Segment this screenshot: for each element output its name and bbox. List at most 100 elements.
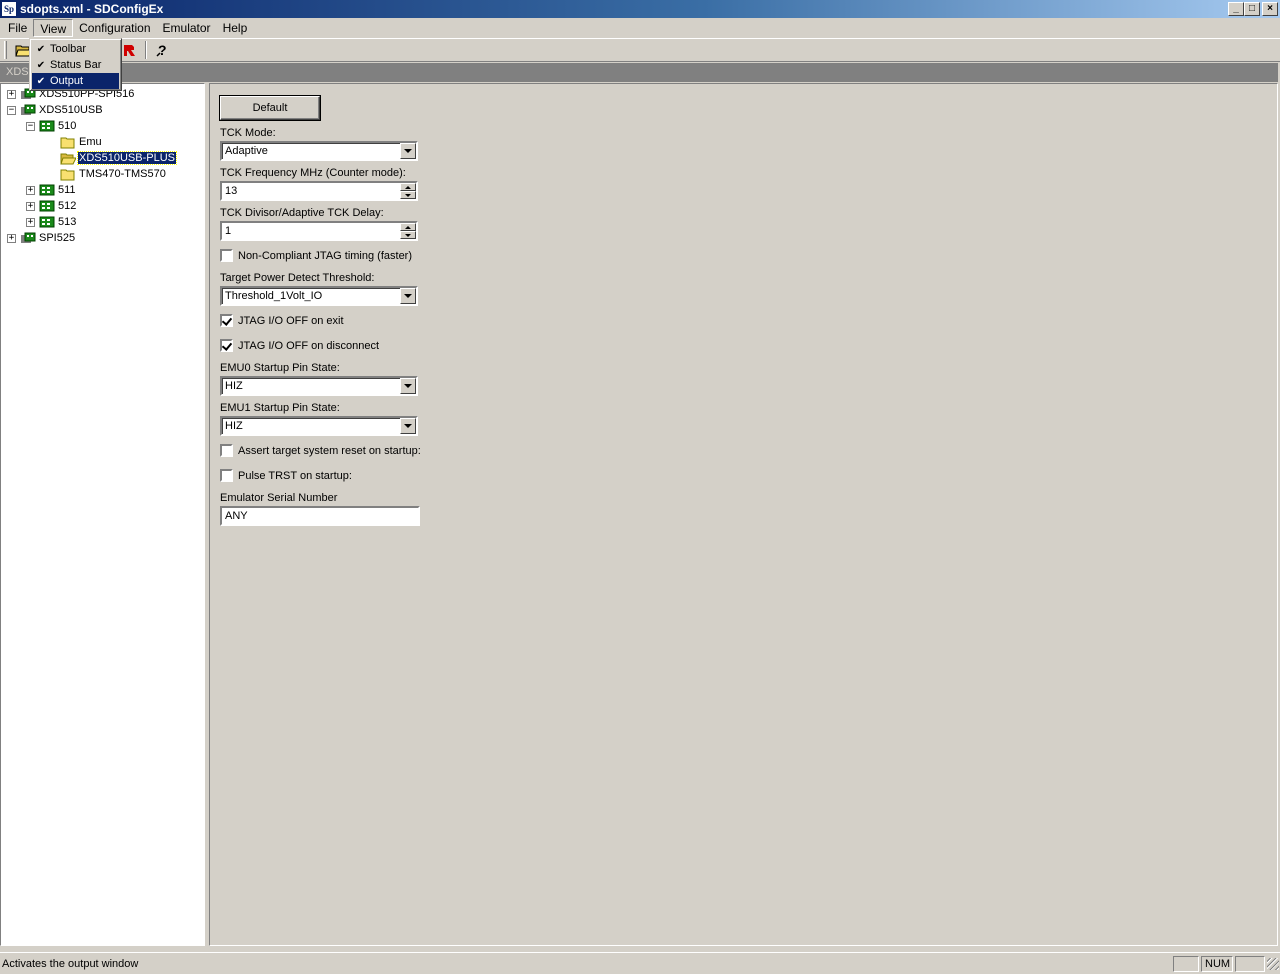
tree-expander[interactable]: +: [7, 89, 16, 99]
power-threshold-dropdown-button[interactable]: [400, 288, 416, 304]
minimize-button[interactable]: _: [1228, 2, 1244, 16]
status-panel-num: NUM: [1201, 955, 1233, 972]
emu1-value: HIZ: [225, 420, 243, 432]
view-menu-item-toolbar[interactable]: ✔ Toolbar: [32, 41, 119, 57]
toolbar-separator: [145, 41, 147, 59]
checkbox-label: Assert target system reset on startup:: [238, 444, 421, 457]
power-threshold-select[interactable]: Threshold_1Volt_IO: [220, 286, 418, 306]
jtag-off-exit-checkbox[interactable]: JTAG I/O OFF on exit: [220, 314, 344, 327]
toolbar: ?: [0, 38, 1280, 62]
tree-expander[interactable]: −: [26, 121, 35, 131]
tck-frequency-up-button[interactable]: [400, 183, 416, 191]
emu0-select[interactable]: HIZ: [220, 376, 418, 396]
tree-node-label: TMS470-TMS570: [79, 168, 166, 180]
tree-expander[interactable]: +: [7, 233, 16, 243]
checkbox-box[interactable]: [220, 314, 233, 327]
jtag-off-disconnect-checkbox[interactable]: JTAG I/O OFF on disconnect: [220, 339, 379, 352]
emu1-select[interactable]: HIZ: [220, 416, 418, 436]
tck-divisor-down-button[interactable]: [400, 231, 416, 239]
checkbox-label: JTAG I/O OFF on exit: [238, 314, 344, 327]
tree-node-xds510usb-plus[interactable]: XDS510USB-PLUS: [60, 150, 177, 166]
board-node-icon: [39, 120, 55, 131]
tree-expander[interactable]: +: [26, 185, 35, 195]
menu-item-label: Status Bar: [50, 59, 102, 71]
checkbox-box[interactable]: [220, 339, 233, 352]
board-node-icon: [39, 200, 55, 211]
checkbox-box[interactable]: [220, 249, 233, 262]
help-button[interactable]: ?: [151, 40, 173, 60]
serial-number-value: ANY: [225, 510, 248, 522]
check-icon: ✔: [36, 75, 46, 87]
emulator-node-icon: [21, 104, 36, 115]
tck-frequency-label: TCK Frequency MHz (Counter mode):: [220, 167, 406, 179]
menu-view[interactable]: View: [33, 19, 74, 37]
view-menu-dropdown: ✔ Toolbar ✔ Status Bar ✔ Output: [29, 38, 122, 91]
tree-node-513[interactable]: + 513: [26, 214, 77, 230]
view-menu-item-output[interactable]: ✔ Output: [32, 73, 119, 89]
tree-node-xds510usb[interactable]: − XDS510USB: [7, 102, 104, 118]
checkbox-label: Non-Compliant JTAG timing (faster): [238, 249, 413, 262]
maximize-button[interactable]: □: [1244, 2, 1260, 16]
chevron-down-icon: [404, 384, 412, 388]
help-icon: ?: [156, 42, 167, 58]
tree-node-label: 511: [58, 184, 76, 196]
folder-icon: [60, 169, 75, 180]
default-button[interactable]: Default: [220, 96, 320, 120]
tree-expander[interactable]: +: [26, 217, 35, 227]
check-icon: ✔: [36, 59, 46, 71]
tree-node-emu[interactable]: Emu: [60, 134, 103, 150]
chevron-down-icon: [404, 294, 412, 298]
tree-node-511[interactable]: + 511: [26, 182, 77, 198]
checkbox-box[interactable]: [220, 469, 233, 482]
arrow-down-icon: [405, 193, 411, 197]
window-title: sdopts.xml - SDConfigEx: [20, 2, 164, 16]
tree-node-tms470[interactable]: TMS470-TMS570: [60, 166, 167, 182]
menu-emulator[interactable]: Emulator: [157, 19, 217, 37]
menu-item-label: Toolbar: [50, 43, 87, 55]
close-button[interactable]: ×: [1262, 2, 1278, 16]
resize-grip[interactable]: [1267, 957, 1279, 970]
noncompliant-jtag-checkbox[interactable]: Non-Compliant JTAG timing (faster): [220, 249, 412, 262]
arrow-down-icon: [405, 233, 411, 237]
chevron-down-icon: [404, 424, 412, 428]
board-node-icon: [39, 184, 55, 195]
toolbar-grip[interactable]: [4, 41, 7, 59]
checkbox-box[interactable]: [220, 444, 233, 457]
serial-number-input[interactable]: ANY: [220, 506, 420, 526]
header-band: XDS: [0, 63, 1278, 82]
tck-mode-value: Adaptive: [225, 145, 268, 157]
tck-mode-select[interactable]: Adaptive: [220, 141, 418, 161]
band-label: XDS: [6, 66, 29, 78]
emu1-label: EMU1 Startup Pin State:: [220, 402, 340, 414]
tree-node-label: 512: [58, 200, 77, 212]
checkbox-label: Pulse TRST on startup:: [238, 469, 352, 482]
open-folder-icon: [60, 153, 76, 164]
tree-node-label: SPI525: [39, 232, 76, 244]
power-threshold-label: Target Power Detect Threshold:: [220, 272, 375, 284]
tree-node-spi525[interactable]: + SPI525: [7, 230, 76, 246]
config-tree[interactable]: + XDS510PP-SPI516 − XDS510USB − 510 Emu …: [0, 83, 205, 946]
tree-node-label: Emu: [79, 136, 102, 148]
menu-configuration[interactable]: Configuration: [73, 19, 156, 37]
tck-divisor-up-button[interactable]: [400, 223, 416, 231]
tree-expander[interactable]: +: [26, 201, 35, 211]
view-menu-item-status-bar[interactable]: ✔ Status Bar: [32, 57, 119, 73]
tck-divisor-value: 1: [225, 225, 232, 237]
app-icon[interactable]: Sp: [1, 1, 17, 17]
tree-node-510[interactable]: − 510: [26, 118, 77, 134]
tck-frequency-spinner[interactable]: 13: [220, 181, 418, 201]
tree-expander[interactable]: −: [7, 105, 16, 115]
menu-file[interactable]: File: [2, 19, 33, 37]
pulse-trst-checkbox[interactable]: Pulse TRST on startup:: [220, 469, 352, 482]
emu0-dropdown-button[interactable]: [400, 378, 416, 394]
tck-frequency-down-button[interactable]: [400, 191, 416, 199]
menu-help[interactable]: Help: [217, 19, 254, 37]
emu1-dropdown-button[interactable]: [400, 418, 416, 434]
tck-divisor-spinner[interactable]: 1: [220, 221, 418, 241]
arrow-up-icon: [405, 225, 411, 229]
status-panel-caps: [1173, 955, 1199, 972]
tck-mode-dropdown-button[interactable]: [400, 143, 416, 159]
assert-reset-checkbox[interactable]: Assert target system reset on startup:: [220, 444, 421, 457]
tree-node-label: 510: [58, 120, 77, 132]
tree-node-512[interactable]: + 512: [26, 198, 77, 214]
